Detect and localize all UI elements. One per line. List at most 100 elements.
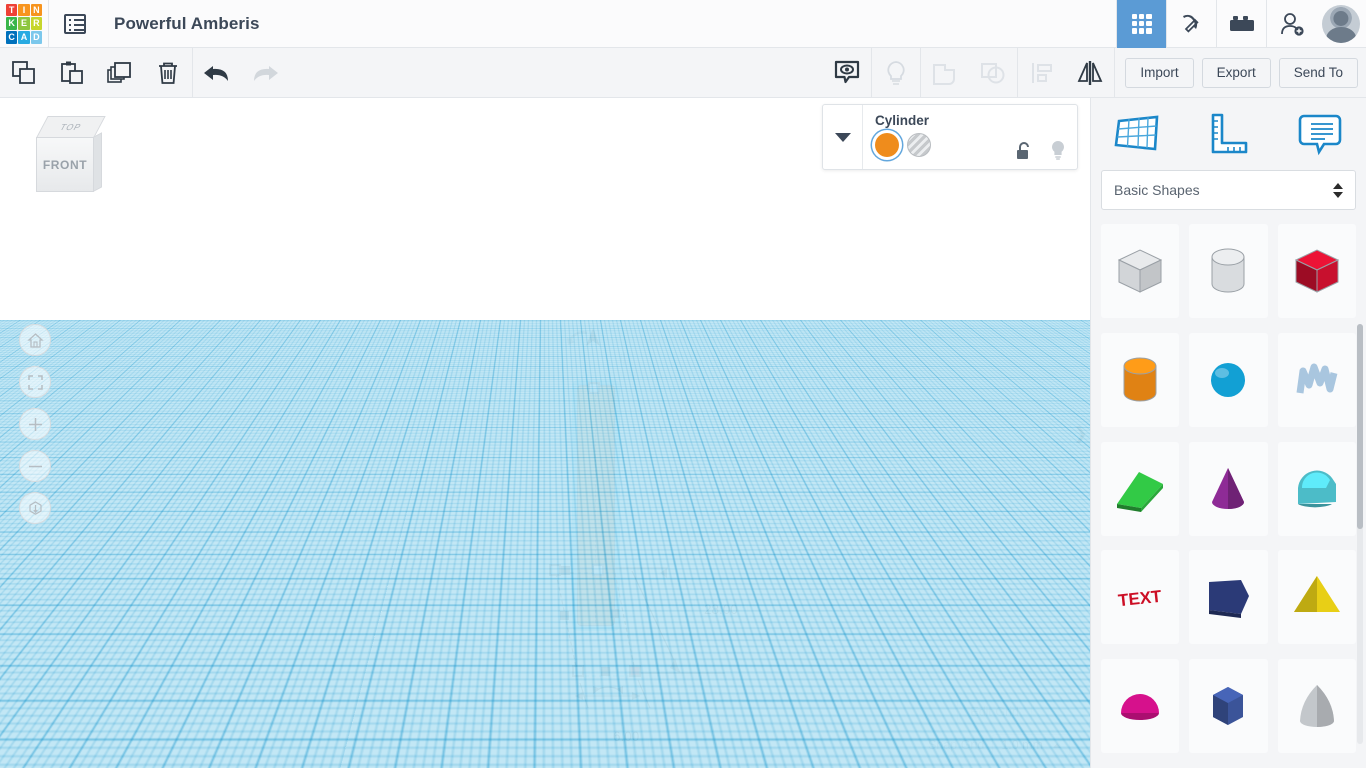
project-menu-button[interactable]: [48, 0, 100, 48]
zoom-out-button[interactable]: [19, 450, 51, 482]
shape-scribble[interactable]: [1277, 332, 1356, 427]
shape-thumbnail: [1117, 249, 1163, 293]
light-button[interactable]: [872, 48, 920, 98]
shape-pyramid[interactable]: [1277, 550, 1356, 645]
resize-handle-mid-left[interactable]: [549, 564, 561, 576]
codeblocks-button[interactable]: [1166, 0, 1216, 48]
workplane-button[interactable]: [1091, 98, 1183, 170]
tinkercad-logo[interactable]: TINKERCAD: [0, 0, 48, 48]
grid-apps-button[interactable]: [1116, 0, 1166, 48]
shape-box-hole[interactable]: [1101, 224, 1180, 318]
paste-button[interactable]: [48, 48, 96, 98]
base-handle-left[interactable]: [572, 665, 584, 677]
mirror-button[interactable]: [1066, 48, 1114, 98]
solid-swatch[interactable]: [875, 133, 899, 157]
snap-grid-label: Snap Grid: [928, 738, 985, 752]
base-handle-active[interactable]: [629, 665, 641, 677]
collapse-panel-tab[interactable]: ❯: [1070, 413, 1090, 455]
zoom-in-button[interactable]: [19, 408, 51, 440]
toolbar-divider-5: [1114, 47, 1116, 98]
text-cursor-icon: i|: [620, 350, 626, 365]
base-handle-mid[interactable]: [601, 667, 610, 676]
shape-thumbnail: [1297, 470, 1336, 507]
home-view-button[interactable]: [19, 324, 51, 356]
align-button[interactable]: [1018, 48, 1066, 98]
lightbulb-icon[interactable]: [1049, 139, 1067, 161]
shape-cone[interactable]: [1189, 441, 1268, 536]
chevron-up-icon: [1053, 742, 1061, 748]
redo-button[interactable]: [241, 48, 289, 98]
shape-half-cylinder[interactable]: [1277, 441, 1356, 536]
ruler-button[interactable]: [1183, 98, 1275, 170]
hole-swatch[interactable]: [907, 133, 931, 157]
selected-shape-cylinder[interactable]: [572, 380, 620, 631]
shape-cylinder-hole[interactable]: [1189, 224, 1268, 318]
align-icon: [1032, 62, 1053, 83]
view-cube-side-face[interactable]: [93, 132, 102, 192]
send-to-button[interactable]: Send To: [1278, 57, 1358, 88]
trash-icon: [159, 62, 177, 84]
resize-handle-small-c[interactable]: [610, 609, 619, 618]
project-title[interactable]: Powerful Amberis: [114, 14, 260, 34]
logo-tile-k: K: [6, 17, 18, 30]
duplicate-icon: [107, 61, 131, 83]
shape-sphere[interactable]: [1189, 332, 1268, 427]
duplicate-button[interactable]: [96, 48, 144, 98]
shape-paraboloid[interactable]: [1277, 659, 1356, 754]
perspective-toggle-button[interactable]: [19, 492, 51, 524]
shape-extrusion[interactable]: [1189, 550, 1268, 645]
shape-panel-body: Cylinder: [863, 105, 1077, 169]
delete-button[interactable]: [144, 48, 192, 98]
notes-button[interactable]: [1274, 98, 1366, 170]
shape-half-sphere[interactable]: [1101, 659, 1180, 754]
show-hide-button[interactable]: [823, 48, 871, 98]
copy-button[interactable]: [0, 48, 48, 98]
shape-grid-scrollbar[interactable]: [1357, 324, 1363, 744]
scrollbar-thumb[interactable]: [1357, 324, 1363, 529]
dimension-height-label[interactable]: 28.00: [694, 598, 748, 621]
top-bar-actions: [1116, 0, 1366, 48]
import-button[interactable]: Import: [1125, 57, 1194, 88]
shape-thumbnail: [1294, 249, 1339, 293]
invite-button[interactable]: [1266, 0, 1316, 48]
undo-button[interactable]: [193, 48, 241, 98]
fit-to-view-button[interactable]: [19, 366, 51, 398]
resize-handle-small-a[interactable]: [561, 566, 570, 575]
view-cube[interactable]: TOP FRONT: [30, 116, 106, 192]
fit-view-icon: [27, 374, 43, 390]
workplane-icon: [1114, 115, 1159, 151]
shape-thumbnail: [1299, 685, 1334, 728]
group-button[interactable]: [921, 48, 969, 98]
shape-roof[interactable]: [1101, 441, 1180, 536]
shape-library-selector-wrap: Basic Shapes: [1091, 170, 1366, 210]
3d-canvas[interactable]: TOP FRONT i| 28.00 6.00 Edit Grid Snap G…: [0, 98, 1090, 768]
dimension-width-label[interactable]: 6.00: [603, 725, 650, 748]
unlock-icon[interactable]: [1015, 141, 1033, 161]
resize-handle-top[interactable]: [588, 382, 600, 394]
group-icon: [933, 63, 956, 85]
shape-thumbnail: [1209, 580, 1250, 619]
view-cube-front-face[interactable]: FRONT: [36, 137, 94, 192]
perspective-icon: [28, 500, 42, 515]
shape-library-select[interactable]: Basic Shapes: [1101, 170, 1356, 210]
snap-grid-select[interactable]: 1.0 mm: [992, 734, 1070, 756]
resize-handle-small-b[interactable]: [560, 611, 569, 620]
shape-panel-icons: [1015, 139, 1067, 161]
add-user-icon: [1280, 12, 1304, 36]
ungroup-button[interactable]: [969, 48, 1017, 98]
shape-thumbnail: [1212, 467, 1245, 509]
top-bar: TINKERCAD Powerful Amberis: [0, 0, 1366, 48]
bricks-button[interactable]: [1216, 0, 1266, 48]
edit-grid-button[interactable]: Edit Grid: [957, 700, 1032, 724]
right-panel: Basic Shapes TEXT: [1090, 98, 1366, 768]
shape-polygon[interactable]: [1189, 659, 1268, 754]
user-avatar-button[interactable]: [1316, 0, 1366, 48]
undo-icon: [204, 65, 228, 81]
shape-thumbnail: [1211, 248, 1245, 293]
shape-box[interactable]: [1277, 224, 1356, 318]
shape-text[interactable]: TEXT: [1101, 550, 1180, 645]
shape-cylinder[interactable]: [1101, 332, 1180, 427]
shape-panel-collapse-button[interactable]: [823, 105, 863, 169]
resize-handle-mid[interactable]: [592, 564, 604, 576]
export-button[interactable]: Export: [1201, 57, 1271, 88]
